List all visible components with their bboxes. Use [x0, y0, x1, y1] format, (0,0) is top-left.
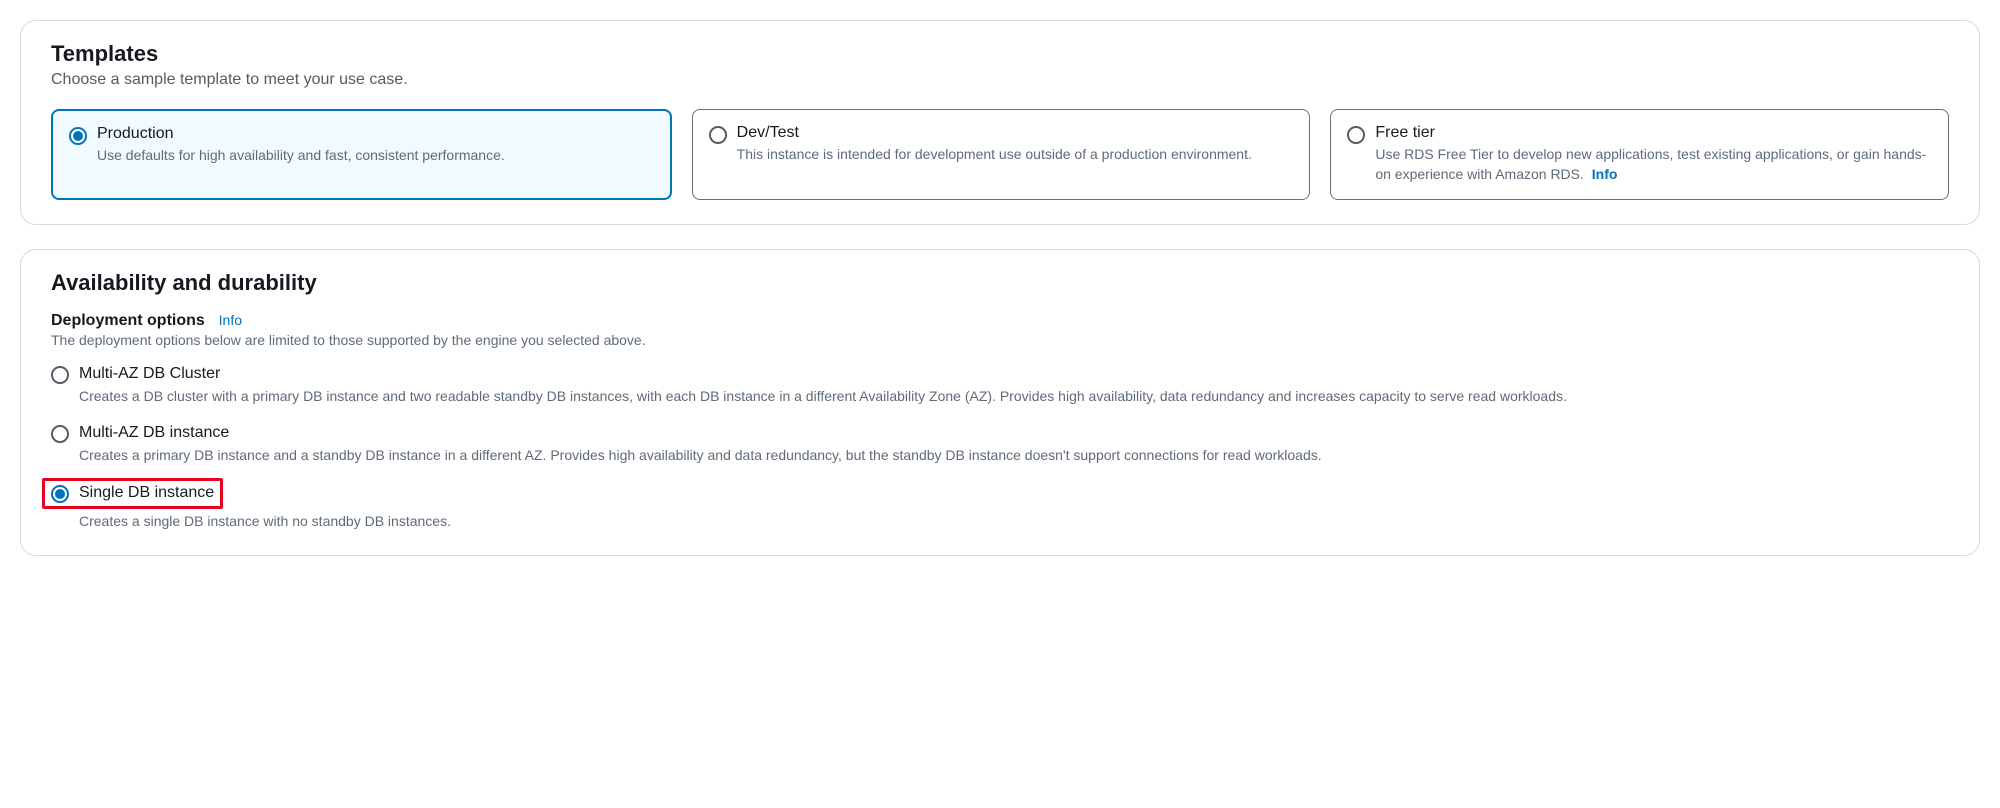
option-title: Single DB instance: [79, 483, 214, 504]
template-desc: This instance is intended for developmen…: [737, 144, 1294, 164]
info-link[interactable]: Info: [219, 312, 242, 328]
deployment-label: Deployment options: [51, 312, 205, 329]
option-desc: Creates a single DB instance with no sta…: [79, 511, 1949, 531]
template-title: Production: [97, 125, 654, 143]
radio-icon: [51, 425, 69, 443]
template-option-freetier[interactable]: Free tier Use RDS Free Tier to develop n…: [1330, 109, 1949, 200]
info-link[interactable]: Info: [1592, 166, 1618, 182]
option-title: Multi-AZ DB Cluster: [79, 364, 1949, 385]
template-body: Dev/Test This instance is intended for d…: [737, 124, 1294, 164]
option-title: Multi-AZ DB instance: [79, 423, 1949, 444]
template-body: Free tier Use RDS Free Tier to develop n…: [1375, 124, 1932, 185]
radio-icon: [51, 485, 69, 503]
radio-icon: [709, 126, 727, 144]
deployment-hint: The deployment options below are limited…: [51, 332, 1949, 348]
template-option-production[interactable]: Production Use defaults for high availab…: [51, 109, 672, 200]
templates-subtitle: Choose a sample template to meet your us…: [51, 71, 1949, 89]
radio-icon: [51, 366, 69, 384]
deployment-option-multiaz-instance[interactable]: Multi-AZ DB instance Creates a primary D…: [51, 419, 1949, 478]
template-body: Production Use defaults for high availab…: [97, 125, 654, 165]
template-title: Dev/Test: [737, 124, 1294, 142]
radio-icon: [69, 127, 87, 145]
highlight-annotation: Single DB instance: [42, 478, 223, 509]
option-body: Multi-AZ DB Cluster Creates a DB cluster…: [79, 364, 1949, 417]
template-desc: Use defaults for high availability and f…: [97, 145, 654, 165]
option-desc: Creates a DB cluster with a primary DB i…: [79, 386, 1949, 406]
radio-icon: [1347, 126, 1365, 144]
deployment-option-multiaz-cluster[interactable]: Multi-AZ DB Cluster Creates a DB cluster…: [51, 360, 1949, 419]
option-desc: Creates a primary DB instance and a stan…: [79, 445, 1949, 465]
templates-grid: Production Use defaults for high availab…: [51, 109, 1949, 200]
availability-panel: Availability and durability Deployment o…: [20, 249, 1980, 556]
deployment-header: Deployment options Info: [51, 312, 1949, 330]
template-title: Free tier: [1375, 124, 1932, 142]
templates-title: Templates: [51, 41, 1949, 67]
template-desc-text: Use RDS Free Tier to develop new applica…: [1375, 146, 1926, 182]
templates-panel: Templates Choose a sample template to me…: [20, 20, 1980, 225]
template-option-devtest[interactable]: Dev/Test This instance is intended for d…: [692, 109, 1311, 200]
template-desc: Use RDS Free Tier to develop new applica…: [1375, 144, 1932, 185]
availability-title: Availability and durability: [51, 270, 1949, 296]
option-body: Multi-AZ DB instance Creates a primary D…: [79, 423, 1949, 476]
deployment-option-single-instance[interactable]: Single DB instance Creates a single DB i…: [51, 478, 1949, 531]
